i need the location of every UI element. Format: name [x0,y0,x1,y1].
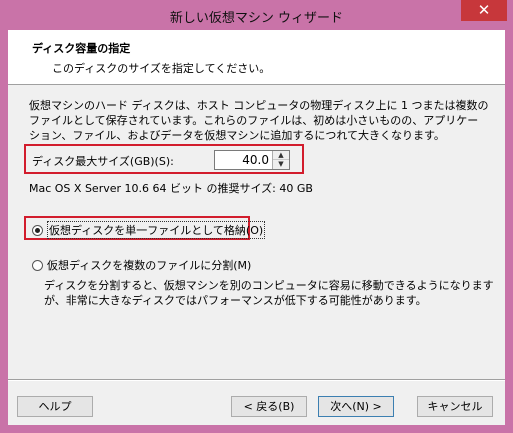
wizard-header: ディスク容量の指定 このディスクのサイズを指定してください。 [8,30,505,85]
radio-unchecked-icon[interactable] [32,259,43,271]
window-title: 新しい仮想マシン ウィザード [169,11,344,26]
disk-description: 仮想マシンのハード ディスクは、ホスト コンピュータの物理ディスク上に 1 つま… [29,99,489,142]
recommended-size: Mac OS X Server 10.6 64 ビット の推奨サイズ: 40 G… [29,182,313,195]
footer-divider [8,379,505,381]
split-description: ディスクを分割すると、仮想マシンを別のコンピュータに容易に移動できるようになりま… [44,279,494,307]
next-button[interactable]: 次へ(N) > [318,396,394,417]
radio-checked-icon[interactable] [32,224,43,236]
disk-size-stepper[interactable]: 40.0 ▲ ▼ [214,150,290,170]
spin-up-icon[interactable]: ▲ [273,151,289,160]
spin-buttons: ▲ ▼ [272,151,289,169]
page-subtitle: このディスクのサイズを指定してください。 [52,62,271,75]
cancel-button[interactable]: キャンセル [417,396,493,417]
help-button[interactable]: ヘルプ [17,396,93,417]
wizard-window: 新しい仮想マシン ウィザード ✕ ディスク容量の指定 このディスクのサイズを指定… [0,0,513,433]
close-icon[interactable]: ✕ [461,0,507,21]
back-button[interactable]: < 戻る(B) [231,396,307,417]
disk-size-row: ディスク最大サイズ(GB)(S): 40.0 ▲ ▼ [24,144,304,174]
radio-single-file[interactable]: 仮想ディスクを単一ファイルとして格納(O) [32,221,266,239]
wizard-body: ディスク容量の指定 このディスクのサイズを指定してください。 仮想マシンのハード… [8,30,505,425]
radio-split-files-label[interactable]: 仮想ディスクを複数のファイルに分割(M) [47,257,251,273]
radio-single-file-label[interactable]: 仮想ディスクを単一ファイルとして格納(O) [47,221,266,239]
radio-split-files[interactable]: 仮想ディスクを複数のファイルに分割(M) [32,257,251,273]
disk-size-value[interactable]: 40.0 [242,153,269,167]
disk-size-label: ディスク最大サイズ(GB)(S): [32,155,174,168]
title-bar[interactable]: 新しい仮想マシン ウィザード ✕ [0,0,513,30]
page-title: ディスク容量の指定 [32,42,131,55]
spin-down-icon[interactable]: ▼ [273,160,289,169]
